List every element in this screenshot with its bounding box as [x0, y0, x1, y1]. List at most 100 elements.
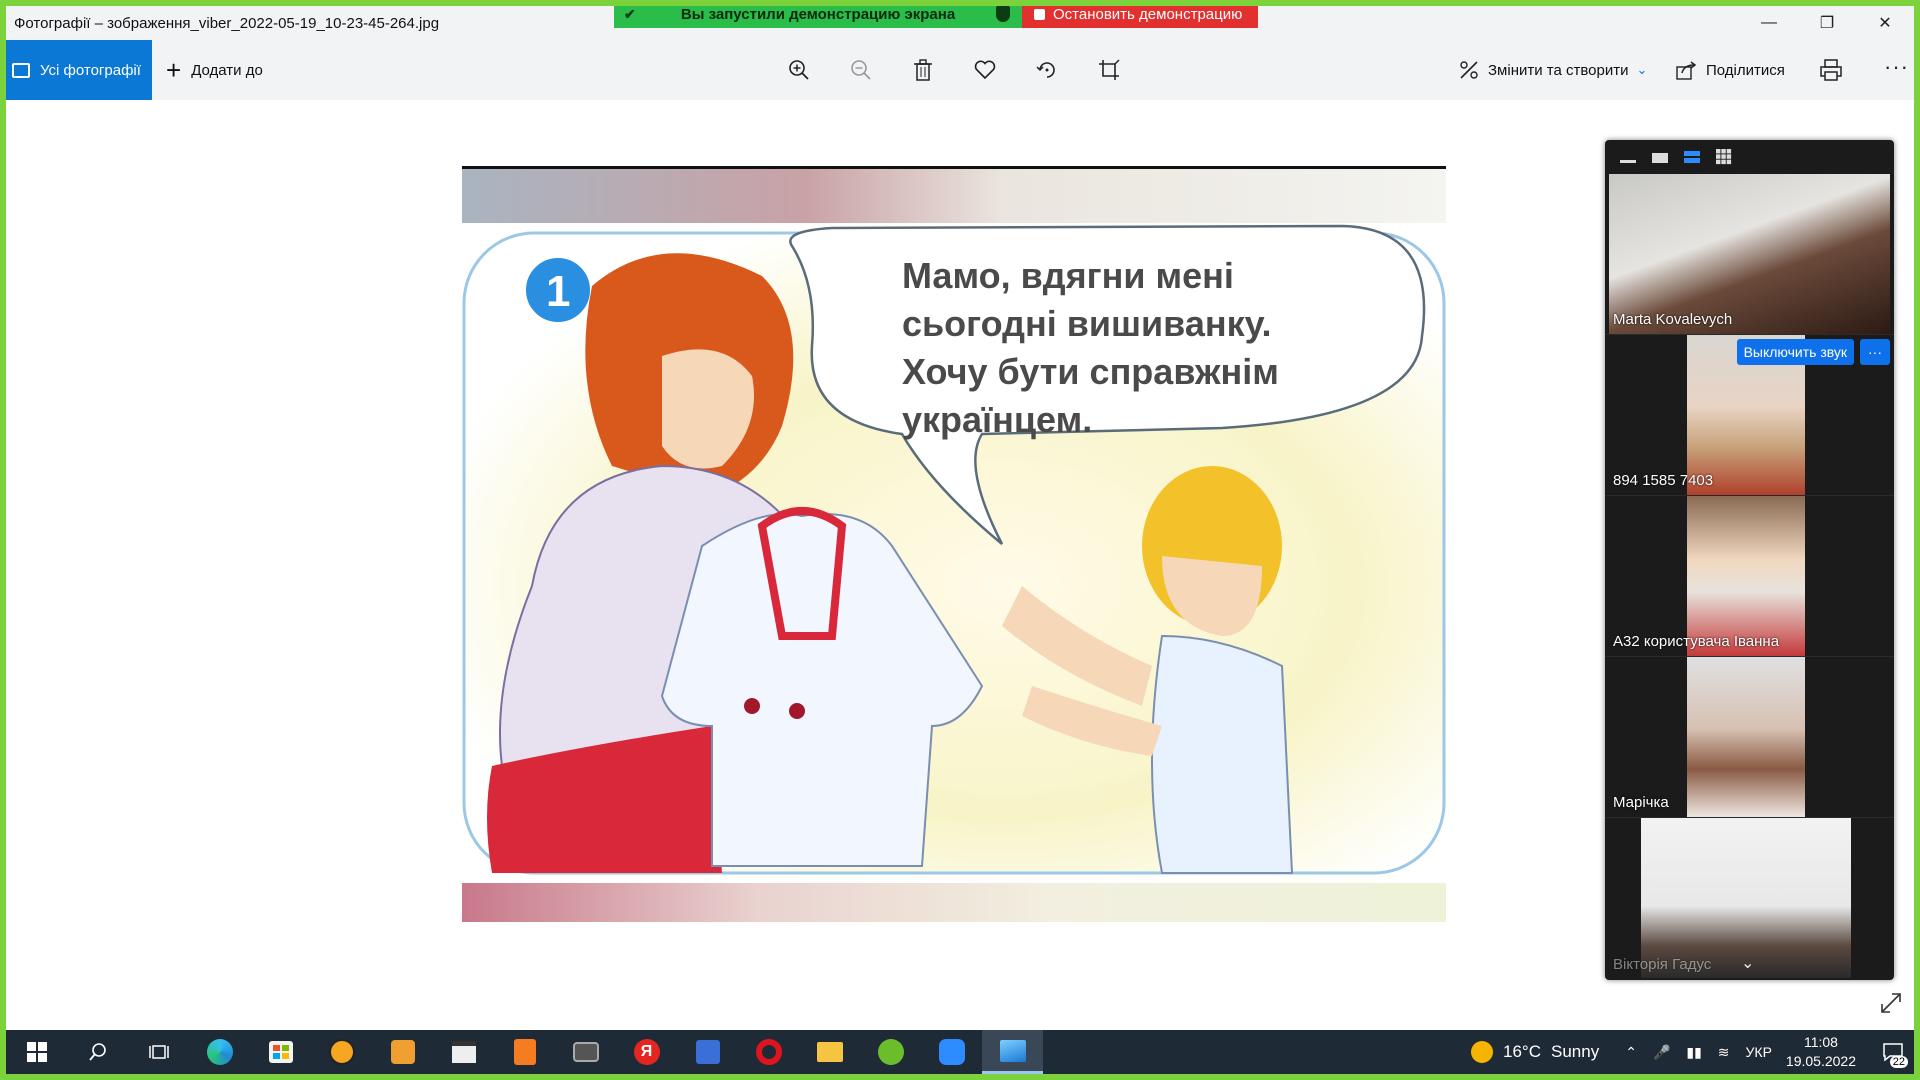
window-controls: — ❐ ✕ — [1740, 6, 1914, 40]
delete-icon[interactable] — [910, 57, 936, 83]
edit-create-icon — [1460, 61, 1478, 79]
share-status-text: Вы запустили демонстрацию экрана — [680, 5, 956, 23]
pdf-app-icon[interactable] — [494, 1030, 555, 1074]
clock-time: 11:08 — [1803, 1034, 1838, 1050]
strip-view-icon[interactable] — [1683, 151, 1701, 163]
toolbar: Усі фотографії + Додати до Змінити та ст… — [6, 40, 1914, 100]
wifi-icon[interactable]: ≋ — [1718, 1044, 1730, 1061]
notification-center-icon[interactable]: 22 — [1872, 1030, 1914, 1074]
language-indicator[interactable]: УКР — [1746, 1044, 1772, 1060]
mute-participant-button[interactable]: Выключить звук — [1736, 339, 1854, 365]
window-title: Фотографії – зображення_viber_2022-05-19… — [14, 14, 440, 32]
participant-tile[interactable]: Выключить звук ··· 894 1585 7403 — [1605, 335, 1894, 496]
displayed-photo: Мамо, вдягни мені сьогодні вишиванку. Хо… — [462, 166, 1446, 922]
weather-temperature: 16°C — [1503, 1042, 1541, 1061]
weather-condition: Sunny — [1551, 1042, 1600, 1061]
participant-tile[interactable]: Марічка — [1605, 657, 1894, 818]
minimize-view-icon[interactable] — [1619, 151, 1637, 163]
zoom-app-icon[interactable] — [921, 1030, 982, 1074]
utorrent-icon[interactable] — [860, 1030, 921, 1074]
zoom-in-icon[interactable] — [786, 57, 812, 83]
add-to-label: Додати до — [191, 61, 263, 79]
participant-tile[interactable]: Вікторія Гадус ⌄ — [1605, 818, 1894, 979]
battery-icon[interactable]: ▮▮ — [1686, 1044, 1701, 1061]
photo-bottom-stripe — [462, 883, 1446, 922]
crop-icon[interactable] — [1096, 57, 1122, 83]
participant-tile[interactable]: Marta Kovalevych — [1605, 174, 1894, 335]
stop-share-button[interactable]: Остановить демонстрацию — [1022, 0, 1258, 28]
all-photos-button[interactable]: Усі фотографії — [6, 40, 152, 100]
speech-line-3: Хочу бути справжнім — [902, 351, 1279, 392]
maximize-button[interactable]: ❐ — [1798, 6, 1856, 40]
participant-name: 894 1585 7403 — [1613, 472, 1714, 489]
taskbar: Я 16°C Sunny ⌃ 🎤 ▮▮ ≋ УКР 11:08 19.05.20… — [6, 1030, 1914, 1074]
media-player-icon[interactable] — [372, 1030, 433, 1074]
minimize-button[interactable]: — — [1740, 6, 1798, 40]
more-options-button[interactable]: ··· — [1884, 54, 1909, 80]
microphone-icon[interactable]: 🎤 — [1653, 1044, 1670, 1061]
gallery-view-icon[interactable] — [1715, 149, 1733, 165]
notification-badge: 22 — [1889, 1056, 1908, 1068]
scroll-down-chevron-icon[interactable]: ⌄ — [1741, 953, 1754, 973]
speech-line-1: Мамо, вдягни мені — [902, 255, 1234, 296]
video-editor-icon[interactable] — [433, 1030, 494, 1074]
save-app-icon[interactable] — [677, 1030, 738, 1074]
system-tray: 16°C Sunny ⌃ 🎤 ▮▮ ≋ УКР 11:08 19.05.2022… — [1471, 1030, 1914, 1074]
participant-more-button[interactable]: ··· — [1860, 339, 1890, 365]
task-view-icon[interactable] — [128, 1030, 189, 1074]
zoom-out-icon[interactable] — [848, 57, 874, 83]
speech-line-2: сьогодні вишиванку. — [902, 303, 1271, 344]
windows-start-icon[interactable] — [6, 1030, 67, 1074]
pin-icon: ✔ — [624, 6, 636, 22]
chevron-down-icon: ⌄ — [1636, 62, 1648, 77]
share-status[interactable]: ✔ Вы запустили демонстрацию экрана — [614, 0, 1022, 28]
photo-icon — [12, 62, 30, 78]
close-button[interactable]: ✕ — [1856, 6, 1914, 40]
clock[interactable]: 11:08 19.05.2022 — [1786, 1033, 1856, 1071]
taskbar-apps: Я — [6, 1030, 1043, 1074]
participant-name: Вікторія Гадус — [1613, 956, 1712, 973]
participant-video — [1687, 657, 1805, 817]
favorite-heart-icon[interactable] — [972, 57, 998, 83]
participant-name: A32 користувача Іванна — [1613, 633, 1780, 650]
search-icon[interactable] — [67, 1030, 128, 1074]
aimp-player-icon[interactable] — [311, 1030, 372, 1074]
microsoft-store-icon[interactable] — [250, 1030, 311, 1074]
share-button[interactable]: Поділитися — [1676, 40, 1785, 100]
shield-icon — [996, 6, 1010, 22]
speech-line-4: українцем. — [902, 399, 1092, 440]
number-badge-text: 1 — [546, 267, 570, 316]
chevron-up-icon[interactable]: ⌃ — [1625, 1044, 1637, 1061]
photo-top-stripe — [462, 169, 1446, 223]
print-icon[interactable] — [1818, 57, 1844, 83]
photos-app-icon[interactable] — [982, 1030, 1043, 1074]
expand-icon[interactable] — [1878, 990, 1904, 1016]
plus-icon: + — [166, 55, 182, 85]
clock-date: 19.05.2022 — [1785, 1053, 1856, 1069]
yandex-browser-icon[interactable]: Я — [616, 1030, 677, 1074]
screen-share-banner: ✔ Вы запустили демонстрацию экрана Остан… — [614, 0, 1258, 28]
edit-create-label: Змінити та створити — [1488, 61, 1629, 79]
camera-app-icon[interactable] — [555, 1030, 616, 1074]
participant-name: Марічка — [1613, 794, 1669, 811]
opera-browser-icon[interactable] — [738, 1030, 799, 1074]
video-participants-panel: Marta Kovalevych Выключить звук ··· 894 … — [1605, 140, 1894, 980]
participant-tile[interactable]: A32 користувача Іванна — [1605, 496, 1894, 657]
edit-create-button[interactable]: Змінити та створити ⌄ — [1458, 40, 1647, 100]
image-tools — [786, 40, 1122, 100]
participant-name: Marta Kovalevych — [1613, 311, 1733, 328]
sun-icon — [1471, 1041, 1494, 1063]
view-mode-bar — [1605, 140, 1894, 174]
speaker-view-icon[interactable] — [1651, 151, 1669, 163]
weather-widget[interactable]: 16°C Sunny — [1471, 1041, 1599, 1063]
participant-video — [1609, 174, 1890, 334]
all-photos-label: Усі фотографії — [40, 61, 141, 79]
share-label: Поділитися — [1706, 61, 1785, 79]
add-to-button[interactable]: + Додати до — [166, 40, 263, 100]
edge-browser-icon[interactable] — [189, 1030, 250, 1074]
participant-video — [1687, 496, 1805, 656]
rotate-icon[interactable] — [1034, 57, 1060, 83]
stop-icon — [1034, 8, 1045, 20]
file-explorer-icon[interactable] — [799, 1030, 860, 1074]
stop-share-label: Остановить демонстрацию — [1053, 5, 1243, 23]
